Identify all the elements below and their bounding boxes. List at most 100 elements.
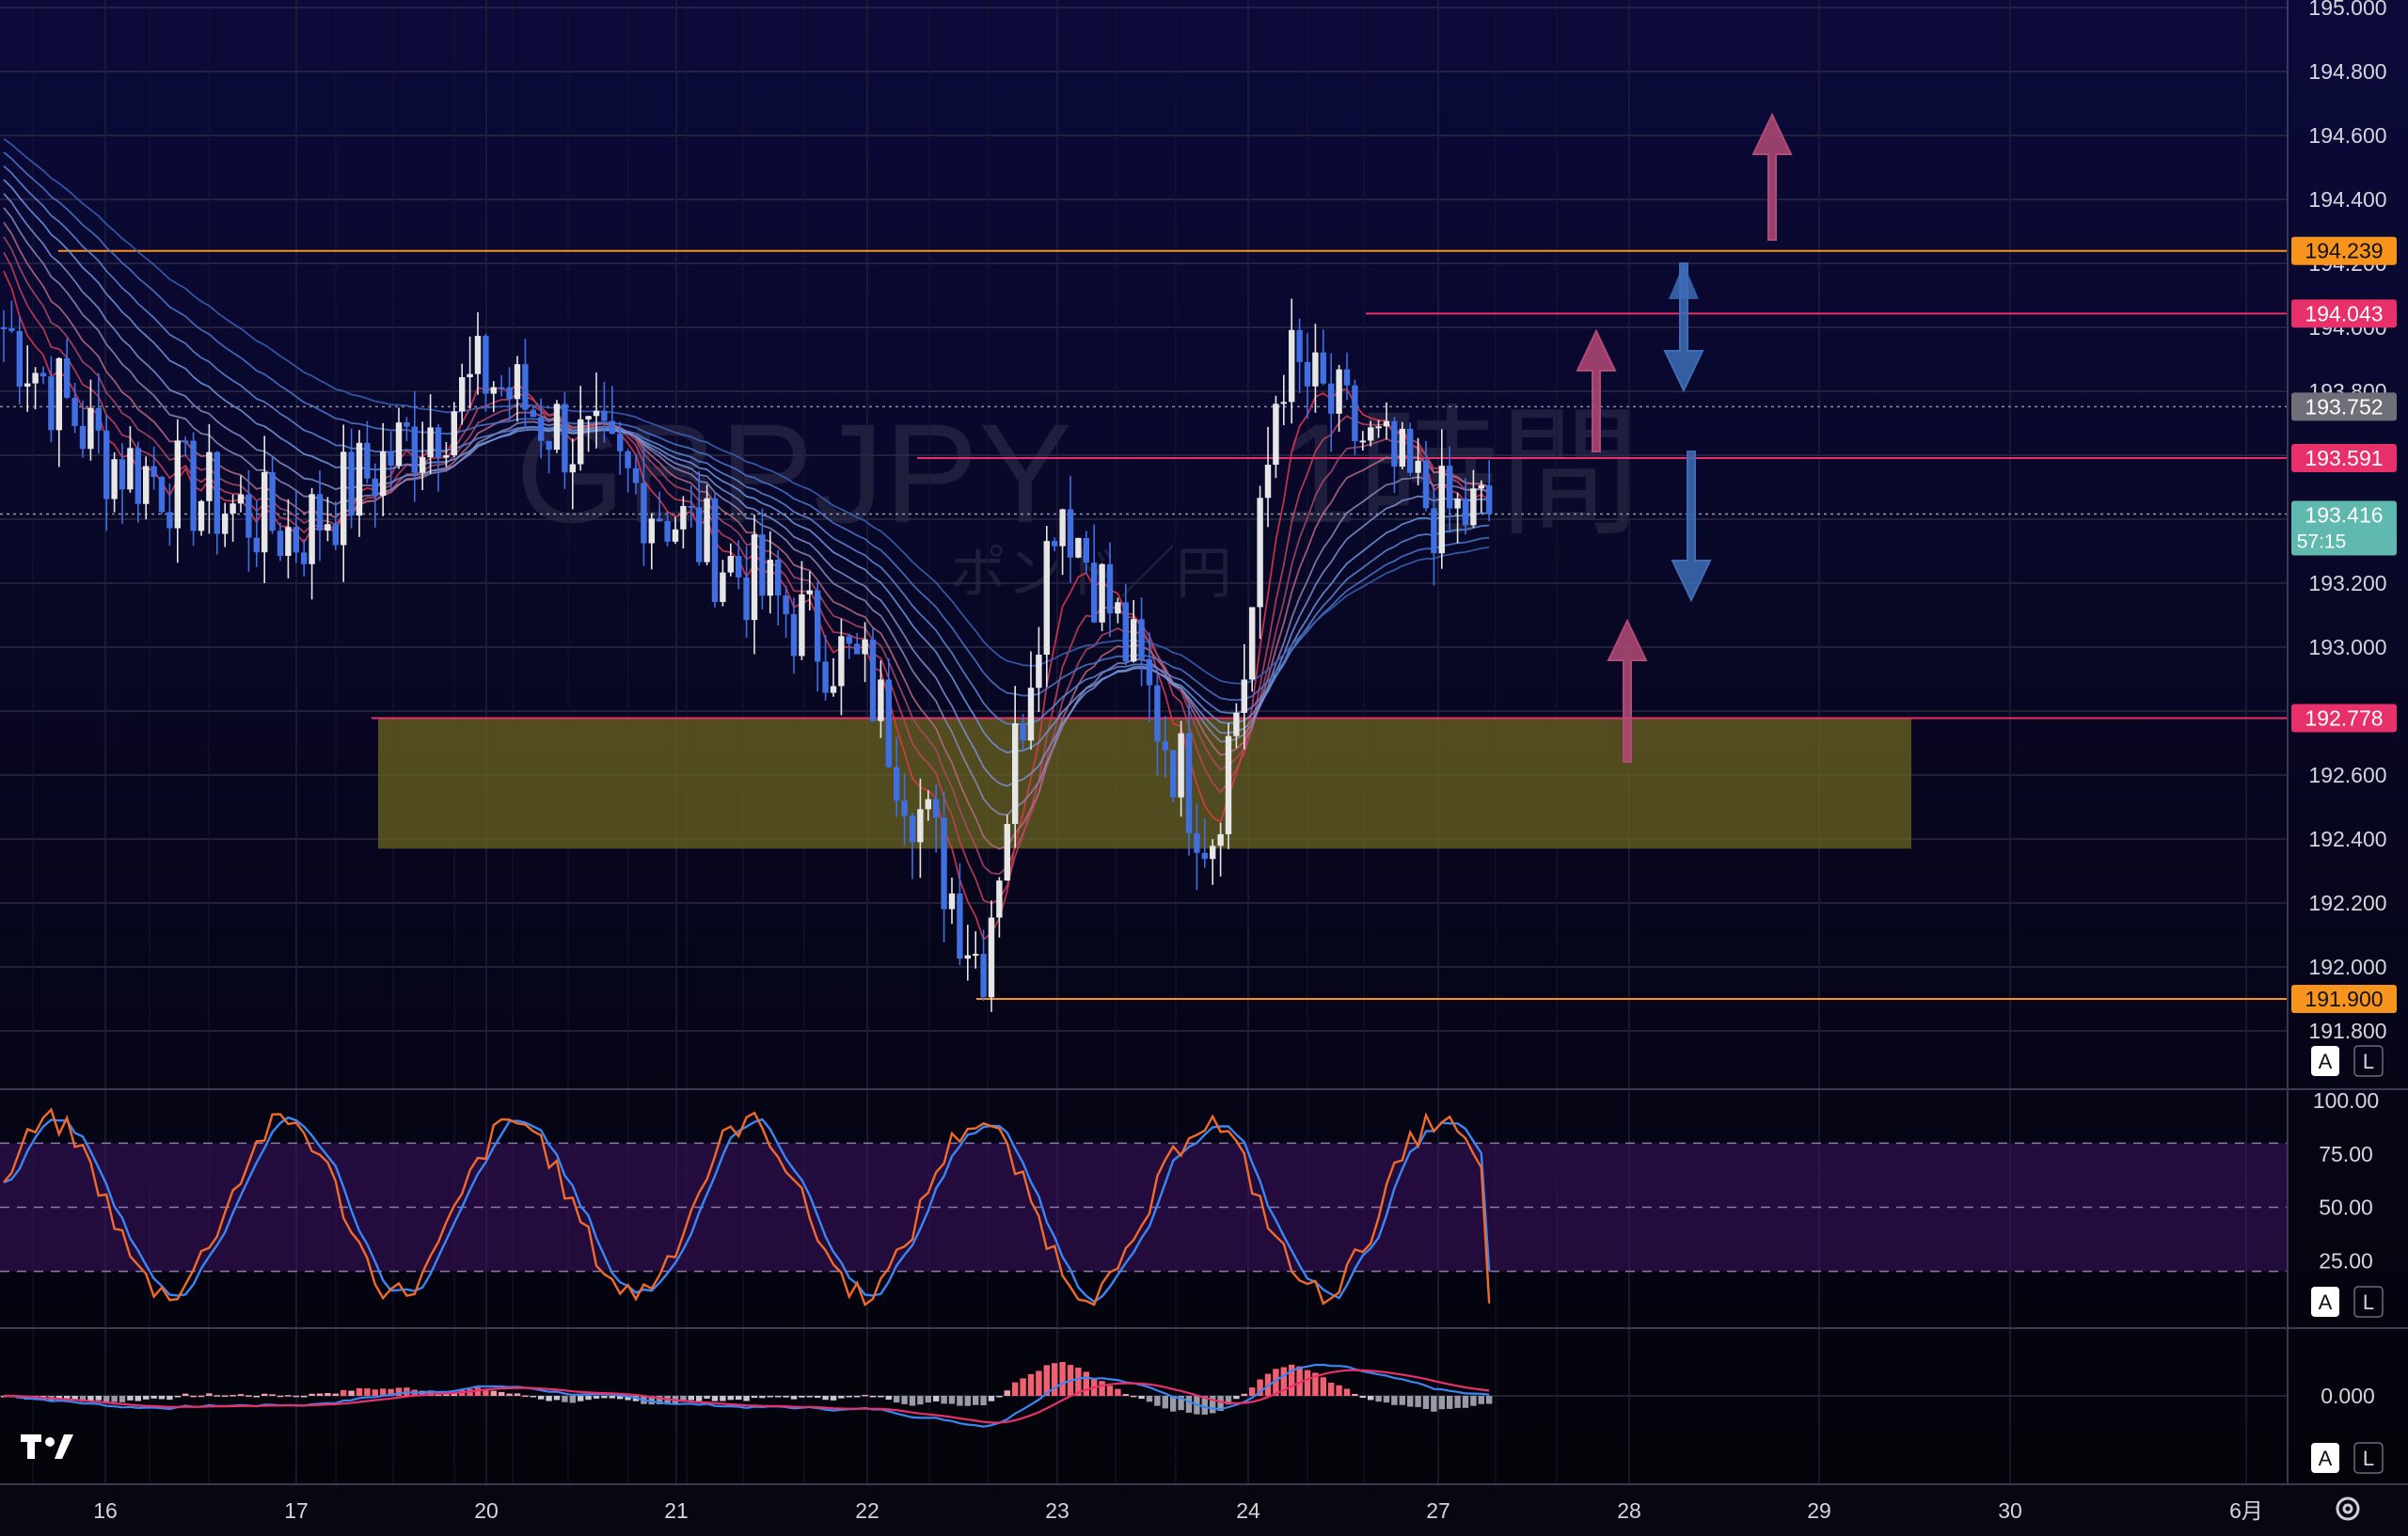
candle-body [736, 556, 742, 578]
candle-body [48, 376, 55, 431]
time-axis-bg [0, 1485, 2408, 1536]
candle-body [269, 472, 276, 531]
candle-body [878, 679, 884, 721]
macd-histogram-bar [269, 1394, 276, 1396]
candle-body [166, 512, 173, 529]
candle-body [285, 527, 292, 556]
candle-body [514, 364, 521, 400]
macd-histogram-bar [593, 1396, 600, 1399]
candle-body [1486, 484, 1493, 515]
time-tick: 27 [1426, 1498, 1450, 1523]
candle-body [1083, 537, 1089, 563]
price-label-pink: 194.043 [2291, 299, 2397, 328]
price-auto-scale-button[interactable]: A [2311, 1046, 2339, 1076]
candle-body [1146, 658, 1153, 686]
macd-histogram-bar [1454, 1396, 1461, 1408]
macd-histogram-bar [743, 1396, 750, 1401]
macd-histogram-bar [1106, 1386, 1114, 1396]
macd-histogram-bar [1004, 1390, 1010, 1396]
macd-histogram-bar [190, 1395, 197, 1398]
candle-body [1431, 508, 1437, 554]
candle-body [585, 416, 592, 420]
macd-histogram-bar [546, 1396, 552, 1401]
candle-body [364, 442, 371, 479]
macd-histogram-bar [838, 1396, 845, 1399]
price-tick: 192.200 [2308, 891, 2386, 915]
candle-body [388, 451, 394, 467]
candle-body [822, 661, 829, 693]
candle-body [790, 614, 798, 657]
time-tick: 23 [1045, 1498, 1069, 1523]
candle-body [1241, 679, 1247, 713]
candle-body [246, 494, 252, 538]
candle-body [569, 464, 576, 473]
candle-body [1320, 352, 1326, 384]
stoch-tick: 25.00 [2319, 1248, 2373, 1273]
macd-histogram-bar [143, 1396, 150, 1400]
macd-histogram-bar [925, 1396, 931, 1403]
macd-histogram-bar [822, 1396, 829, 1401]
candle-body [530, 409, 536, 418]
macd-histogram-bar [490, 1390, 497, 1396]
price-tick: 193.200 [2308, 571, 2386, 595]
candle-body [1059, 509, 1066, 546]
macd-histogram-bar [751, 1396, 758, 1399]
candle-body [420, 457, 426, 473]
candle-body [980, 954, 987, 998]
macd-histogram-bar [1012, 1382, 1019, 1396]
candle-body [1257, 498, 1263, 608]
price-tick: 195.000 [2308, 0, 2386, 20]
candle-body [948, 893, 956, 910]
macd-histogram-bar [1336, 1385, 1342, 1396]
candle-body [1210, 846, 1216, 860]
candle-body [538, 417, 545, 441]
candle-body [230, 503, 236, 515]
macd-histogram-bar [166, 1396, 173, 1401]
candle-body [325, 524, 331, 531]
candle-body [1368, 427, 1374, 441]
candle-body [846, 636, 852, 644]
macd-histogram-bar [1462, 1396, 1469, 1408]
macd-histogram-bar [759, 1396, 766, 1399]
candle-body [150, 466, 157, 477]
chart-canvas[interactable]: GBPJPY 1時間 ポンド／円 195.000194.800194.60019… [0, 0, 2408, 1536]
price-tick: 194.400 [2308, 187, 2386, 212]
candle-body [1352, 385, 1358, 442]
stoch-auto-scale-button[interactable]: A [2311, 1287, 2339, 1317]
macd-histogram-bar [1470, 1396, 1477, 1406]
macd-histogram-bar [214, 1395, 220, 1397]
candle-body [309, 494, 315, 564]
candle-body [119, 459, 126, 490]
time-tick: 6月 [2229, 1498, 2263, 1523]
price-label-text: 192.778 [2305, 705, 2383, 730]
candle-body [601, 410, 608, 421]
candle-body [1296, 329, 1303, 362]
candle-body [688, 505, 694, 508]
macd-histogram-bar [1343, 1388, 1351, 1396]
macd-auto-scale-button[interactable]: A [2311, 1443, 2339, 1473]
macd-histogram-bar [720, 1396, 726, 1401]
macd-histogram-bar [261, 1393, 268, 1396]
candle-body [341, 451, 347, 546]
macd-histogram-bar [538, 1396, 545, 1400]
macd-histogram-bar [578, 1396, 584, 1401]
macd-histogram-bar [585, 1396, 592, 1401]
candle-body [1170, 750, 1177, 798]
candle-body [885, 679, 892, 768]
macd-histogram-bar [1185, 1396, 1193, 1413]
macd-histogram-bar [704, 1396, 710, 1399]
macd-histogram-bar [1422, 1396, 1430, 1409]
candle-body [964, 955, 971, 959]
macd-histogram-bar [1154, 1396, 1161, 1406]
macd-histogram-bar [1431, 1396, 1437, 1412]
candle-body [1217, 833, 1224, 847]
candle-body [1415, 460, 1421, 473]
price-label-pink: 192.778 [2291, 704, 2397, 733]
candle-body [632, 467, 640, 483]
price-label-orange: 191.900 [2291, 985, 2397, 1013]
macd-histogram-bar [237, 1394, 245, 1396]
macd-histogram-bar [1241, 1393, 1247, 1396]
candle-body [506, 387, 513, 400]
macd-histogram-bar [356, 1387, 363, 1396]
macd-histogram-bar [530, 1396, 536, 1398]
